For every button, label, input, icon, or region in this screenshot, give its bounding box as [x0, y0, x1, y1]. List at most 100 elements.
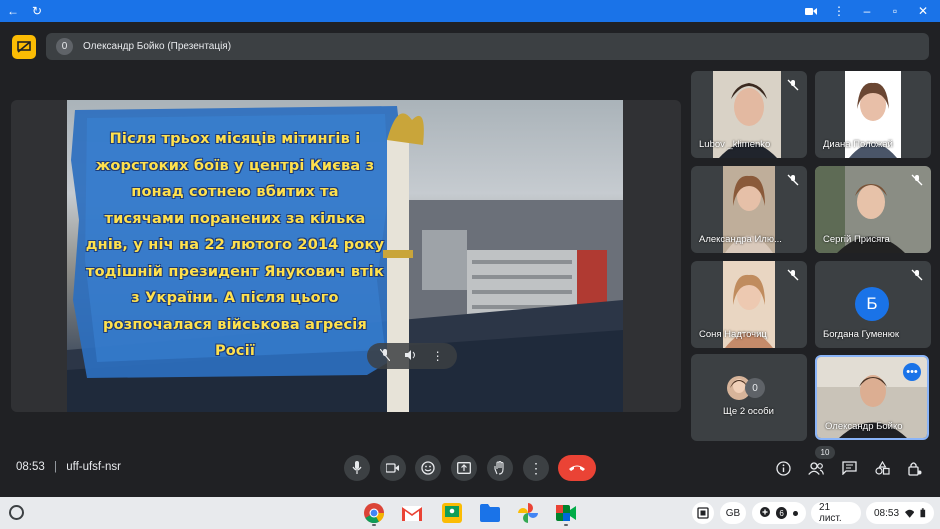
meet-app-icon[interactable] — [554, 501, 578, 525]
slide-line: Після трьох місяців мітингів і — [109, 131, 361, 147]
status-area[interactable]: 08:53 — [866, 502, 934, 524]
participant-name: Ще 2 особи — [723, 406, 774, 417]
participant-name: Диана Положай — [823, 139, 893, 150]
participant-name: Сергій Присяга — [823, 234, 890, 245]
clipboard-tray[interactable] — [692, 502, 714, 524]
window-titlebar: ← ↻ ⋮ – ▫ ✕ — [0, 0, 940, 22]
keyboard-layout-tray[interactable]: GB — [720, 502, 746, 524]
leave-call-button[interactable] — [558, 455, 596, 481]
reload-icon[interactable]: ↻ — [30, 4, 44, 18]
meeting-separator: | — [53, 461, 57, 473]
more-participants-tile[interactable]: 0 Ще 2 особи — [691, 354, 807, 441]
slide-line: жорстоких боїв у центрі Києва з — [95, 157, 375, 174]
mic-off-icon — [911, 269, 923, 281]
tile-hover-controls[interactable]: ⋮ — [367, 343, 457, 369]
slide-line: днів, у ніч на 22 лютого 2014 року — [85, 237, 385, 253]
chat-button[interactable] — [839, 458, 859, 478]
more-vert-icon: ⋮ — [529, 459, 543, 476]
participant-name: Олександр Бойко — [825, 421, 903, 432]
raise-hand-button[interactable] — [487, 455, 513, 481]
participant-tile[interactable]: Lubov _klimenko — [691, 71, 807, 158]
people-count-badge: 10 — [815, 446, 835, 459]
back-icon[interactable]: ← — [6, 4, 20, 18]
participant-name: Lubov _klimenko — [699, 139, 771, 150]
notification-tray[interactable]: 6 — [752, 502, 806, 524]
participant-tile[interactable]: Соня Надточиц — [691, 261, 807, 348]
clipboard-icon — [697, 507, 709, 519]
camera-in-use-icon[interactable] — [804, 4, 818, 18]
slide-line: тисячами поранених за кілька — [104, 210, 366, 227]
hang-up-icon — [569, 465, 585, 471]
notification-count: 6 — [776, 507, 788, 519]
self-tile-more-icon[interactable]: ••• — [903, 363, 921, 381]
classroom-app-icon[interactable] — [440, 501, 464, 525]
tile-more-icon[interactable]: ⋮ — [432, 349, 444, 363]
mic-off-icon[interactable] — [379, 348, 391, 364]
presenter-label: Олександр Бойко (Презентація) — [83, 41, 232, 52]
participant-tile[interactable]: Александра Илю... — [691, 166, 807, 253]
present-screen-icon — [457, 462, 471, 474]
date-text: 21 лист. — [819, 502, 842, 524]
menu-icon[interactable]: ⋮ — [832, 4, 846, 18]
slide-line: тодішній президент Янукович втік — [85, 263, 385, 280]
wifi-icon — [905, 509, 915, 518]
meet-running-indicator — [564, 524, 568, 526]
minimize-icon[interactable]: – — [860, 4, 874, 18]
host-controls-button[interactable] — [905, 458, 925, 478]
chrome-app-icon[interactable] — [362, 501, 386, 525]
gmail-app-icon[interactable] — [400, 501, 424, 525]
lock-person-icon — [908, 461, 922, 476]
presenter-badge: 0 — [56, 38, 73, 55]
activities-button[interactable] — [872, 458, 892, 478]
people-icon — [808, 461, 824, 475]
chrome-running-indicator — [372, 524, 376, 526]
slide-text: Після трьох місяців мітингів і жорстоких… — [85, 126, 385, 365]
restore-icon[interactable]: ▫ — [888, 4, 902, 18]
present-button[interactable] — [451, 455, 477, 481]
hand-icon — [494, 461, 504, 475]
emoji-icon — [421, 461, 435, 475]
microphone-button[interactable] — [344, 455, 370, 481]
more-options-button[interactable]: ⋮ — [523, 455, 549, 481]
participant-tile[interactable]: Диана Положай — [815, 71, 931, 158]
volume-icon[interactable] — [404, 349, 417, 363]
meeting-time: 08:53 — [16, 461, 45, 473]
chat-icon — [841, 461, 857, 475]
presentation-slide: Після трьох місяців мітингів і жорстоких… — [67, 100, 623, 412]
participant-tile[interactable]: Б Богдана Гуменюк — [815, 261, 931, 348]
people-button[interactable] — [806, 458, 826, 478]
participant-avatar: Б — [855, 287, 889, 321]
presenter-bar[interactable]: 0 Олександр Бойко (Презентація) — [46, 33, 929, 60]
info-icon — [775, 460, 791, 476]
close-icon[interactable]: ✕ — [916, 4, 930, 18]
keyboard-layout: GB — [725, 507, 741, 519]
clock-text: 08:53 — [874, 507, 900, 519]
files-app-icon[interactable] — [478, 501, 502, 525]
participant-tile[interactable]: Сергій Присяга — [815, 166, 931, 253]
participant-name: Соня Надточиц — [699, 329, 767, 340]
date-tray[interactable]: 21 лист. — [811, 502, 861, 524]
camera-button[interactable] — [380, 455, 406, 481]
mic-off-icon — [911, 174, 923, 186]
slide-line: понад сотнею вбитих та — [131, 184, 339, 200]
camera-icon — [386, 463, 399, 473]
microphone-icon — [352, 461, 362, 474]
battery-icon — [920, 508, 926, 518]
meeting-details-button[interactable] — [773, 458, 793, 478]
more-participants-badge: 0 — [745, 378, 765, 398]
status-dot-icon — [793, 510, 798, 516]
slide-line: з України. А після цього — [131, 290, 339, 306]
mic-off-icon — [787, 79, 799, 91]
mic-off-icon — [787, 269, 799, 281]
reactions-button[interactable] — [415, 455, 441, 481]
photos-app-icon[interactable] — [516, 501, 540, 525]
add-icon — [760, 506, 770, 520]
meeting-info: 08:53 | uff-ufsf-nsr — [16, 461, 121, 473]
presentation-icon — [12, 35, 36, 59]
participant-name: Богдана Гуменюк — [823, 329, 900, 340]
launcher-icon[interactable] — [9, 505, 24, 520]
slide-line: розпочалася військова агресія — [103, 316, 367, 333]
participant-name: Александра Илю... — [699, 234, 782, 245]
shapes-icon — [874, 461, 890, 475]
self-tile[interactable]: ••• Олександр Бойко — [815, 355, 929, 440]
